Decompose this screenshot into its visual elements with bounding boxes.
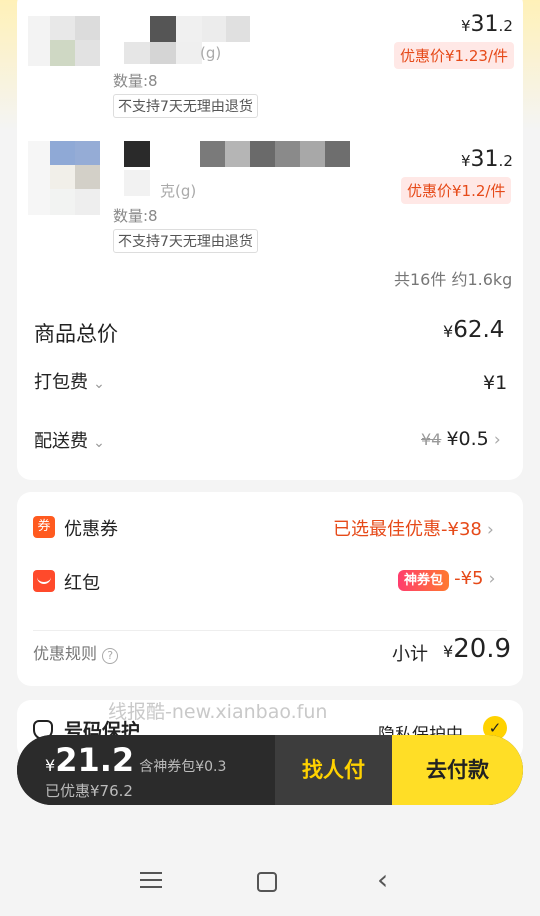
pay-button[interactable]: 去付款 — [392, 735, 523, 805]
checkout-saved: 已优惠¥76.2 — [45, 782, 133, 800]
goods-total-value: ¥62.4 — [443, 317, 505, 343]
product-price: ¥31.2 — [461, 147, 513, 172]
delivery-original-price: ¥4 — [421, 430, 442, 449]
red-packet-icon — [33, 570, 55, 592]
return-policy-tag: 不支持7天无理由退货 — [113, 229, 258, 253]
packing-fee-label: 打包费 — [34, 372, 88, 393]
red-packet-selector[interactable]: 神券包 -¥5 › — [398, 568, 496, 591]
promo-price-badge: 优惠价¥1.23/件 — [394, 42, 514, 69]
menu-icon[interactable] — [140, 868, 162, 888]
product-spec: (g) — [200, 44, 222, 62]
chevron-down-icon: ⌄ — [93, 435, 105, 451]
packing-fee-row[interactable]: 打包费 ⌄ — [34, 368, 105, 394]
chevron-right-icon: › — [488, 569, 496, 589]
watermark: 线报酷-new.xianbao.fun — [108, 701, 328, 723]
checkout-bar: ¥21.2 含神券包¥0.3 已优惠¥76.2 找人付 去付款 — [17, 735, 523, 805]
discount-rules[interactable]: 优惠规则 ? — [33, 640, 119, 664]
coupon-label: 优惠券 — [64, 519, 118, 540]
item-count-weight: 共16件 约1.6kg — [394, 270, 513, 289]
return-policy-tag: 不支持7天无理由退货 — [113, 94, 258, 118]
order-card — [17, 0, 523, 480]
subtotal-value: ¥20.9 — [443, 634, 512, 664]
delivery-fee-label: 配送费 — [34, 431, 88, 452]
product-spec: 克(g) — [160, 182, 197, 200]
chevron-down-icon: ⌄ — [93, 376, 105, 392]
chevron-right-icon: › — [486, 520, 494, 540]
back-icon[interactable]: ‹ — [377, 866, 388, 894]
product-quantity: 数量:8 — [113, 207, 158, 225]
product-price: ¥31.2 — [461, 12, 513, 37]
chevron-right-icon: › — [493, 430, 501, 450]
checkout-includes-note: 含神券包¥0.3 — [139, 759, 227, 775]
packing-fee-value: ¥1 — [483, 372, 508, 394]
checkout-total-amount: 21.2 — [55, 741, 135, 779]
coupon-icon: 券 — [33, 516, 55, 538]
delivery-fee-row[interactable]: 配送费 ⌄ — [34, 427, 105, 453]
checkout-total: ¥21.2 含神券包¥0.3 已优惠¥76.2 — [17, 735, 275, 805]
subtotal-label: 小计 — [392, 644, 428, 665]
home-icon[interactable] — [257, 872, 277, 892]
delivery-fee-value[interactable]: ¥4 ¥0.5 › — [421, 428, 501, 450]
red-packet-label: 红包 — [64, 573, 100, 594]
goods-total-label: 商品总价 — [34, 322, 118, 346]
find-payer-button[interactable]: 找人付 — [275, 735, 392, 805]
product-quantity: 数量:8 — [113, 72, 158, 90]
help-icon: ? — [102, 648, 119, 664]
coupon-selector[interactable]: 已选最佳优惠-¥38 › — [333, 515, 494, 541]
coupon-pack-badge: 神券包 — [398, 570, 450, 591]
promo-price-badge: 优惠价¥1.2/件 — [401, 177, 512, 204]
divider — [33, 630, 507, 631]
